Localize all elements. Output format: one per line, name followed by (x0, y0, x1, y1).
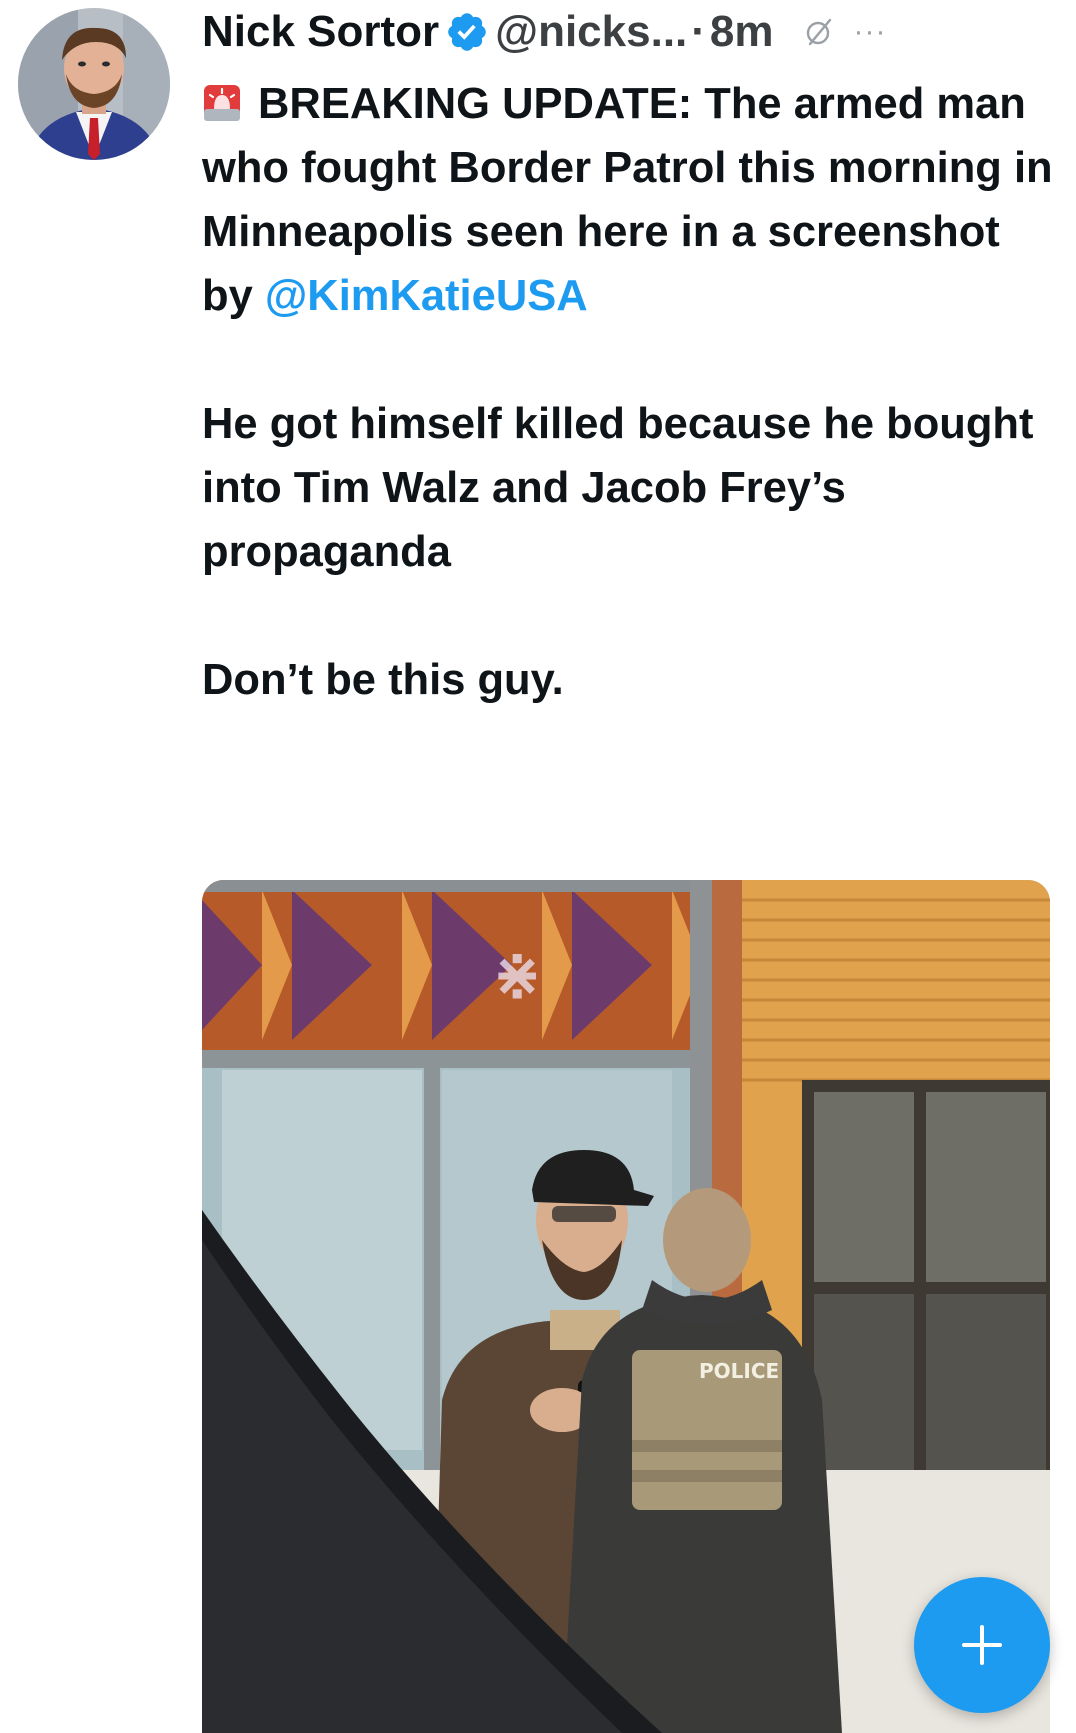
author-handle[interactable]: @nicks... (495, 0, 687, 64)
avatar[interactable] (18, 8, 170, 160)
author-display-name[interactable]: Nick Sortor (202, 0, 439, 64)
tweet-text: BREAKING UPDATE: The armed man who fough… (202, 72, 1062, 712)
header-separator: · (691, 7, 706, 56)
avatar-image (18, 8, 170, 160)
more-icon[interactable]: ··· (854, 0, 887, 64)
tweet-timestamp[interactable]: 8m (710, 0, 774, 64)
tweet-header: Nick Sortor @nicks... · 8m ··· (202, 0, 1062, 64)
tweet-paragraph-2: He got himself killed because he bought … (202, 400, 1034, 576)
media-image: ⋇ POLICE (202, 880, 1050, 1733)
tweet[interactable]: Nick Sortor @nicks... · 8m ··· BREAKING … (0, 0, 1076, 1733)
tweet-paragraph-3: Don’t be this guy. (202, 656, 564, 704)
compose-button[interactable] (914, 1577, 1050, 1713)
mention-link[interactable]: @KimKatieUSA (265, 272, 588, 320)
svg-text:⋇: ⋇ (492, 940, 542, 1010)
verified-badge-icon[interactable] (445, 10, 489, 54)
grok-icon[interactable] (802, 15, 836, 49)
plus-icon (962, 1625, 1002, 1665)
siren-emoji-icon (202, 83, 242, 123)
tweet-paragraph-1: BREAKING UPDATE: The armed man who fough… (202, 72, 1062, 328)
tweet-media[interactable]: ⋇ POLICE (202, 880, 1050, 1733)
vest-label: POLICE (699, 1359, 779, 1383)
